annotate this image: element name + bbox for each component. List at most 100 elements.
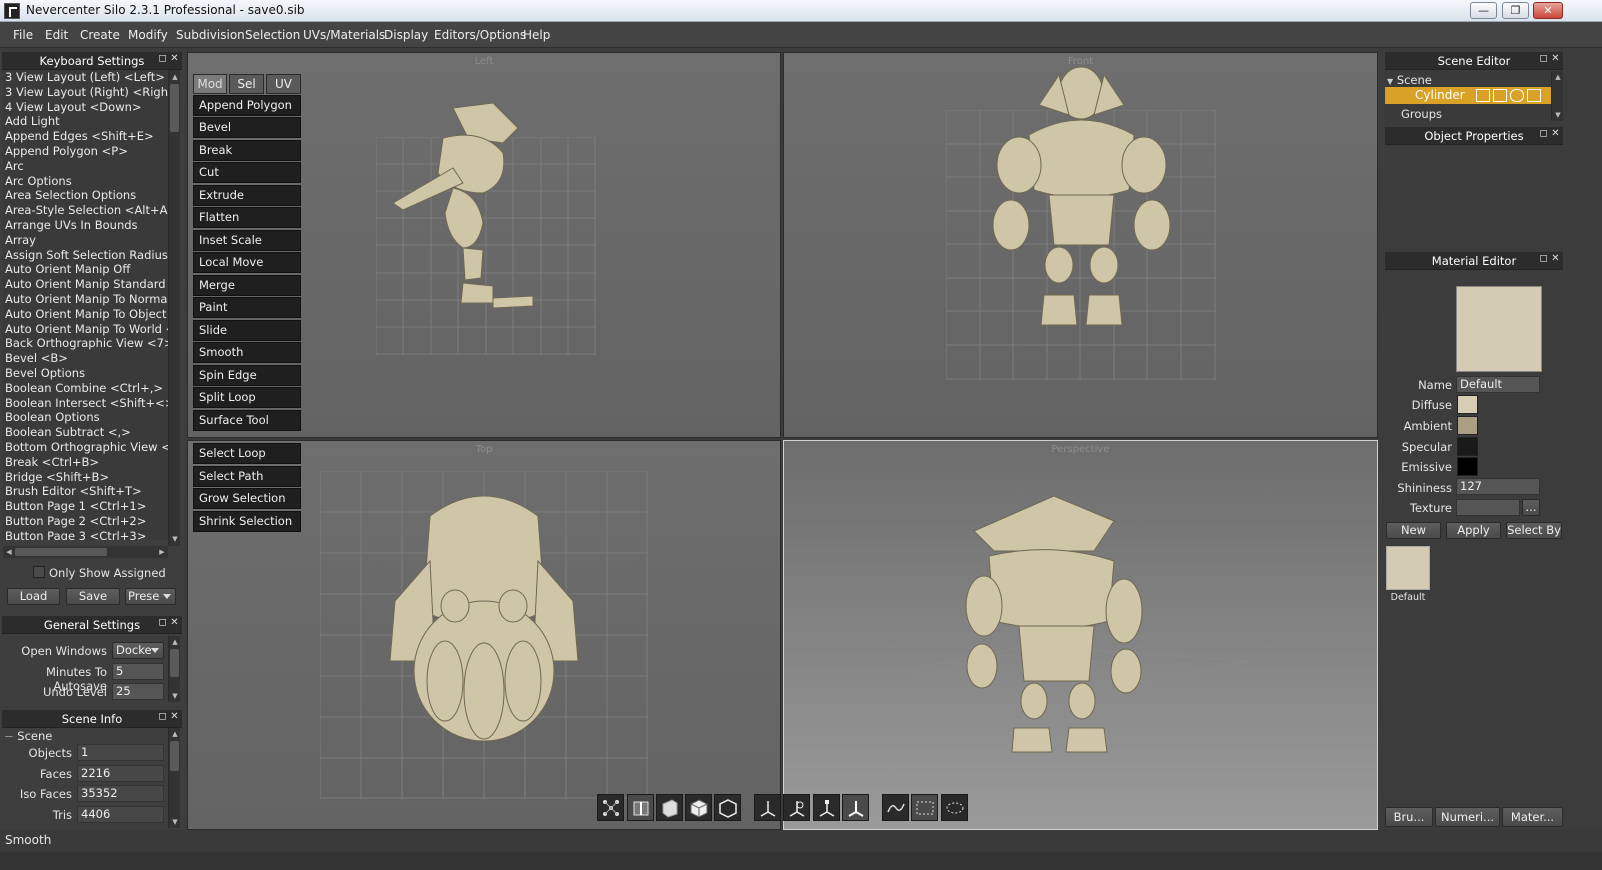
shortcut-list-item[interactable]: Bevel <B> [3,351,168,366]
shortcut-list-item[interactable]: Append Edges <Shift+E> [3,129,168,144]
shortcut-list-item[interactable]: Area-Style Selection <Alt+A> [3,203,168,218]
shortcut-list-item[interactable]: Auto Orient Manip To Normal [3,292,168,307]
open-windows-dropdown[interactable]: Docke [112,642,164,659]
tool-select-path[interactable]: Select Path [193,466,301,487]
tool-extrude[interactable]: Extrude [193,185,301,206]
menu-selection[interactable]: Selection [245,28,300,42]
tool-surface-tool[interactable]: Surface Tool [193,410,301,431]
shortcut-list-item[interactable]: Break <Ctrl+B> [3,455,168,470]
shortcut-list-item[interactable]: Bevel Options [3,366,168,381]
diffuse-color-swatch[interactable] [1457,395,1478,414]
menu-modify[interactable]: Modify [128,28,168,42]
hscroll-thumb[interactable] [15,548,107,556]
lock-icon[interactable] [1527,89,1541,102]
paint-select-icon[interactable] [941,794,968,821]
shortcut-list-item[interactable]: Array [3,233,168,248]
tab-uv[interactable]: UV [266,74,301,94]
scroll-thumb[interactable] [170,84,179,132]
universal-manipulator-icon[interactable] [842,794,869,821]
only-show-assigned-checkbox[interactable] [33,566,45,578]
restore-button[interactable]: ❐ [1502,2,1529,19]
preset-dropdown[interactable]: Prese [125,588,176,605]
scale-manipulator-icon[interactable] [813,794,840,821]
shortcut-list-item[interactable]: Back Orthographic View <7> [3,336,168,351]
autosave-field[interactable]: 5 [112,663,164,680]
scene-item-cylinder[interactable]: Cylinder [1385,87,1551,104]
shortcut-list-item[interactable]: Button Page 3 <Ctrl+3> [3,529,168,540]
scroll-up-icon[interactable]: ▲ [170,637,180,647]
shortcut-list-item[interactable]: Arc [3,159,168,174]
shortcut-list-item[interactable]: 3 View Layout (Right) <Right> [3,85,168,100]
shortcut-list-item[interactable]: Arc Options [3,174,168,189]
apply-material-button[interactable]: Apply [1446,522,1501,539]
collapse-icon[interactable]: − [4,729,14,743]
tool-flatten[interactable]: Flatten [193,207,301,228]
menu-file[interactable]: File [13,28,33,42]
scroll-thumb[interactable] [170,741,179,771]
minimize-button[interactable]: — [1470,2,1497,19]
box-select-icon[interactable] [911,794,938,821]
shortcut-list-item[interactable]: Auto Orient Manip To Object [3,307,168,322]
menu-create[interactable]: Create [80,28,120,42]
multi-mode-icon[interactable] [714,794,741,821]
viewport-front[interactable]: Front [783,52,1378,438]
float-panel-icon[interactable]: ◻ [157,712,168,723]
undo-level-field[interactable]: 25 [112,683,164,700]
menu-edit[interactable]: Edit [45,28,68,42]
object-mode-icon[interactable] [685,794,712,821]
close-panel-icon[interactable]: ✕ [169,54,180,65]
menu-help[interactable]: Help [523,28,550,42]
tool-local-move[interactable]: Local Move [193,252,301,273]
shortcut-list-item[interactable]: Button Page 2 <Ctrl+2> [3,514,168,529]
tool-break[interactable]: Break [193,140,301,161]
menu-display[interactable]: Display [384,28,428,42]
material-thumbnail-default[interactable] [1386,546,1430,590]
scroll-right-icon[interactable]: ▶ [157,547,167,557]
load-button[interactable]: Load [7,588,60,605]
shortcut-list-item[interactable]: Brush Editor <Shift+T> [3,484,168,499]
close-panel-icon[interactable]: ✕ [1550,54,1561,65]
tool-shrink-selection[interactable]: Shrink Selection [193,511,301,532]
tool-select-loop[interactable]: Select Loop [193,443,301,464]
float-panel-icon[interactable]: ◻ [1538,129,1549,140]
lasso-select-icon[interactable] [882,794,909,821]
specular-color-swatch[interactable] [1457,437,1478,456]
scroll-down-icon[interactable]: ▼ [170,817,180,827]
tool-spin-edge[interactable]: Spin Edge [193,365,301,386]
float-panel-icon[interactable]: ◻ [157,618,168,629]
close-panel-icon[interactable]: ✕ [1550,129,1561,140]
wireframe-toggle-icon[interactable] [1476,89,1490,102]
close-panel-icon[interactable]: ✕ [1550,254,1561,265]
vertex-mode-icon[interactable] [597,794,624,821]
viewport-perspective[interactable]: Perspective [783,440,1378,830]
material-name-field[interactable]: Default [1456,376,1540,393]
tab-sel[interactable]: Sel [229,74,264,94]
keyboard-list-scrollbar[interactable]: ▲ ▼ [168,70,180,546]
shortcut-list-item[interactable]: Auto Orient Manip Off [3,262,168,277]
tab-numeric[interactable]: Numeri... [1435,807,1500,827]
tool-bevel[interactable]: Bevel [193,117,301,138]
visibility-eye-icon[interactable] [1510,89,1524,102]
new-material-button[interactable]: New [1386,522,1441,539]
shortcut-list-item[interactable]: Auto Orient Manip Standard [3,277,168,292]
tab-material[interactable]: Mater... [1502,807,1563,827]
scroll-thumb[interactable] [170,649,179,677]
close-button[interactable]: ✕ [1533,2,1563,19]
select-by-material-button[interactable]: Select By [1506,522,1562,539]
shortcut-list-item[interactable]: Bridge <Shift+B> [3,470,168,485]
scroll-down-icon[interactable]: ▼ [1553,110,1563,120]
tab-mod[interactable]: Mod [193,74,227,94]
shortcut-list-item[interactable]: Boolean Combine <Ctrl+,> [3,381,168,396]
shortcut-list-item[interactable]: Button Page 1 <Ctrl+1> [3,499,168,514]
texture-field[interactable] [1456,499,1520,516]
shortcut-list-item[interactable]: Bottom Orthographic View < [3,440,168,455]
scene-tree-node[interactable]: − Scene [4,729,52,743]
tool-merge[interactable]: Merge [193,275,301,296]
scene-tree-root[interactable]: ▼ Scene [1387,73,1432,87]
save-button[interactable]: Save [66,588,120,605]
menu-editors-options[interactable]: Editors/Options [434,28,526,42]
scroll-left-icon[interactable]: ◀ [4,547,14,557]
tool-append-polygon[interactable]: Append Polygon [193,95,301,116]
shortcut-list-item[interactable]: Boolean Options [3,410,168,425]
shortcut-list-item[interactable]: Assign Soft Selection Radius [3,248,168,263]
